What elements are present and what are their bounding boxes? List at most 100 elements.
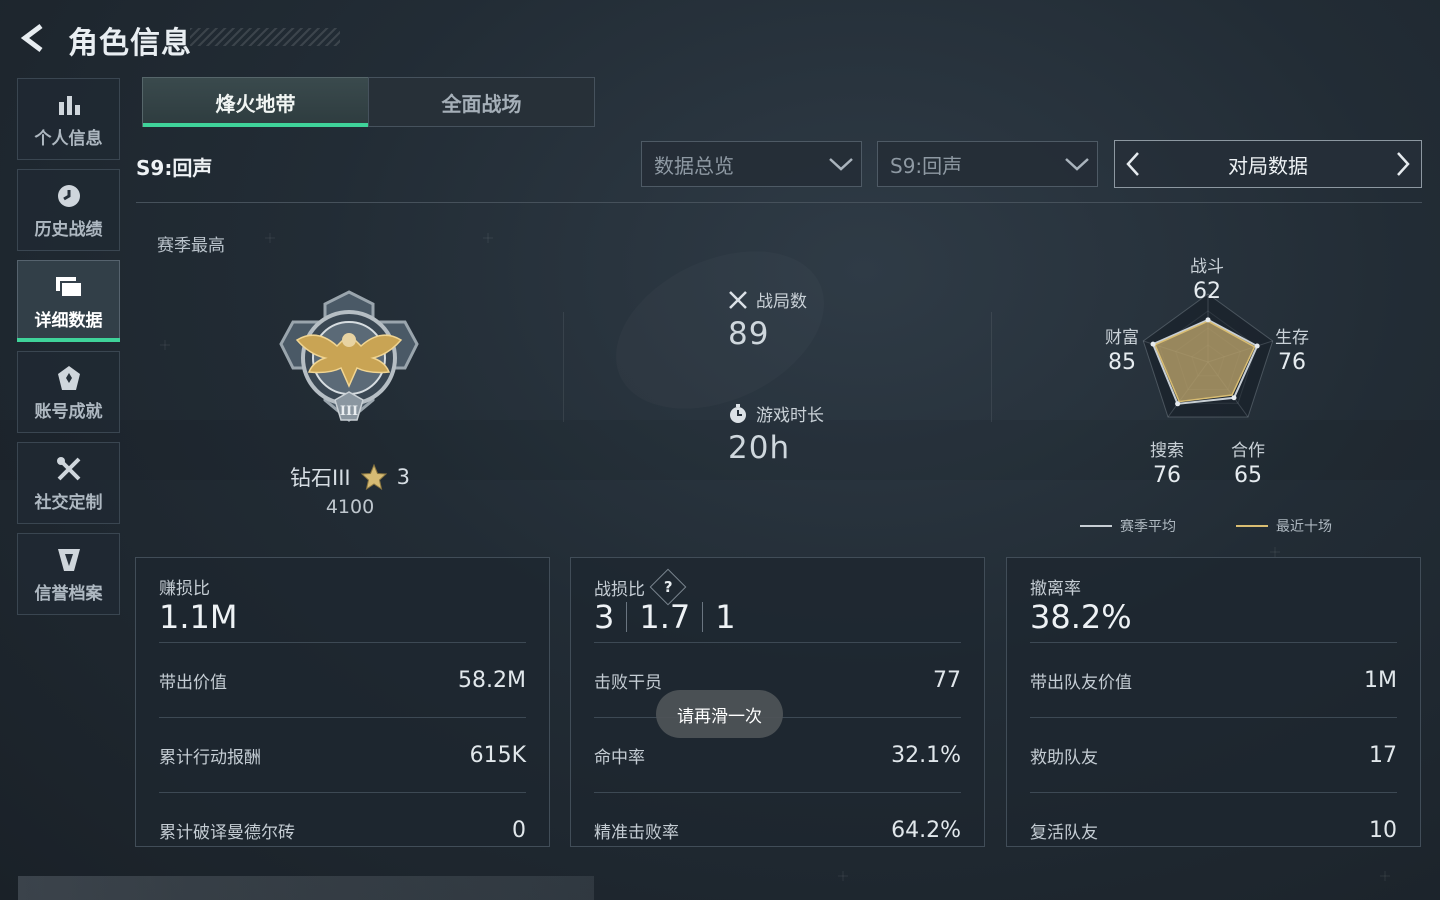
shield-badge-icon <box>54 545 84 575</box>
matches-value: 89 <box>728 316 770 352</box>
separator <box>626 602 628 632</box>
stat-value: 10 <box>1369 818 1397 843</box>
kd-values: 3 1.7 1 <box>594 598 736 636</box>
radar-value-wealth: 85 <box>1108 350 1136 375</box>
stat-value: 64.2% <box>891 818 961 843</box>
cards-icon <box>54 272 84 302</box>
stat-value: 0 <box>512 818 526 843</box>
sidebar-item-label: 信誉档案 <box>34 583 103 604</box>
rank-score: 4100 <box>325 496 375 518</box>
radar-point <box>1205 317 1211 323</box>
legend-recent: 最近十场 <box>1276 519 1332 535</box>
season-best-label: 赛季最高 <box>157 236 225 256</box>
panel-title: 撤离率 <box>1030 579 1081 599</box>
radar-point <box>1254 343 1260 349</box>
stat-row: 累计行动报酬 615K <box>159 717 526 793</box>
playtime-stat: 游戏时长 20h <box>728 401 824 466</box>
stat-row: 带出队友价值 1M <box>1030 642 1397 718</box>
sidebar-item-achievements[interactable]: 账号成就 <box>17 351 120 433</box>
chevron-left-icon <box>1126 152 1139 176</box>
kd-value-1: 3 <box>594 598 615 636</box>
stat-value: 615K <box>469 743 526 768</box>
stat-label: 累计破译曼德尔砖 <box>159 823 295 843</box>
dropdown-value: 数据总览 <box>654 153 734 178</box>
matches-stat: 战局数 89 <box>728 287 807 352</box>
radar-label-survival: 生存 <box>1275 328 1309 348</box>
radar-label-wealth: 财富 <box>1105 328 1139 348</box>
radar-value-search: 76 <box>1153 463 1181 488</box>
rank-badge-emblem: III <box>279 290 419 422</box>
season-dropdown[interactable]: S9:回声 <box>877 141 1098 187</box>
toast-message: 请再滑一次 <box>656 690 783 738</box>
sidebar-item-reputation[interactable]: 信誉档案 <box>17 533 120 615</box>
stat-row: 精准击败率 64.2% <box>594 792 961 868</box>
achievement-icon <box>54 363 84 393</box>
bar-chart-icon <box>54 90 84 120</box>
svg-text:III: III <box>340 404 358 419</box>
legend-season-avg: 赛季平均 <box>1120 519 1176 535</box>
stat-row: 带出价值 58.2M <box>159 642 526 718</box>
stat-value: 58.2M <box>458 668 526 693</box>
stopwatch-icon <box>730 403 746 423</box>
radar-point <box>1175 401 1181 407</box>
panel-title: 赚损比 <box>159 579 210 599</box>
next-button[interactable] <box>1385 141 1421 187</box>
stat-row: 救助队友 17 <box>1030 717 1397 793</box>
legend-swatch-recent <box>1236 525 1268 527</box>
bottom-blurred-bar <box>18 876 594 900</box>
separator <box>702 602 704 632</box>
legend-swatch-season <box>1080 525 1112 527</box>
stat-label: 复活队友 <box>1030 823 1098 843</box>
season-label: S9:回声 <box>136 156 213 180</box>
star-icon <box>360 464 387 490</box>
radar-legend: 赛季平均 最近十场 <box>1080 516 1332 536</box>
radar-label-search: 搜索 <box>1150 441 1184 461</box>
chevron-down-icon <box>821 156 861 172</box>
kd-value-2: 1.7 <box>639 598 691 636</box>
back-arrow-icon <box>20 24 43 52</box>
sidebar-item-label: 详细数据 <box>34 310 103 331</box>
page-title: 角色信息 <box>68 26 192 61</box>
stat-label: 带出队友价值 <box>1030 673 1132 693</box>
radar-value-combat: 62 <box>1193 279 1221 304</box>
chevron-down-icon <box>1057 156 1097 172</box>
sidebar-item-detailed-data[interactable]: 详细数据 <box>17 260 120 342</box>
back-button[interactable] <box>14 18 54 58</box>
stat-label: 救助队友 <box>1030 748 1098 768</box>
tools-icon <box>54 454 84 484</box>
chevron-right-icon <box>1397 152 1410 176</box>
crossed-swords-icon <box>729 290 747 309</box>
tab-full-battlefield[interactable]: 全面战场 <box>368 77 595 127</box>
match-data-switcher: 对局数据 <box>1114 140 1422 188</box>
panel-profit: 赚损比 1.1M 带出价值 58.2M 累计行动报酬 615K 累计破译曼德尔砖… <box>135 557 550 847</box>
sidebar-item-label: 账号成就 <box>34 401 103 422</box>
kd-value-3: 1 <box>715 598 736 636</box>
playtime-label: 游戏时长 <box>756 406 824 426</box>
stat-row: 复活队友 10 <box>1030 792 1397 868</box>
overview-dropdown[interactable]: 数据总览 <box>641 141 862 187</box>
stat-row: 累计破译曼德尔砖 0 <box>159 792 526 868</box>
stat-value: 17 <box>1369 743 1397 768</box>
dropdown-value: S9:回声 <box>890 153 963 178</box>
sidebar-item-label: 历史战绩 <box>34 219 103 240</box>
panel-title: 战损比 <box>594 579 645 600</box>
title-decoration <box>190 28 340 46</box>
divider <box>136 202 1422 203</box>
sidebar-item-history[interactable]: 历史战绩 <box>17 169 120 251</box>
stat-label: 命中率 <box>594 748 645 768</box>
panel-main-value: 38.2% <box>1030 598 1132 636</box>
rank-name: 钻石III <box>290 466 351 490</box>
divider <box>563 312 564 422</box>
tab-fire-zone[interactable]: 烽火地带 <box>142 77 369 127</box>
radar-value-cooperation: 65 <box>1234 463 1262 488</box>
rank-stars: 3 <box>396 465 410 489</box>
radar-point <box>1231 395 1237 401</box>
panel-main-value: 1.1M <box>159 598 238 636</box>
sidebar-item-personal-info[interactable]: 个人信息 <box>17 78 120 160</box>
sidebar-item-social-custom[interactable]: 社交定制 <box>17 442 120 524</box>
prev-button[interactable] <box>1115 141 1151 187</box>
stat-value: 77 <box>933 668 961 693</box>
stat-value: 1M <box>1364 668 1397 693</box>
stat-value: 32.1% <box>891 743 961 768</box>
stat-label: 带出价值 <box>159 673 227 693</box>
